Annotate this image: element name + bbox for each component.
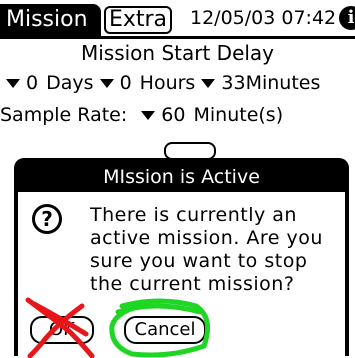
delay-row: 0 Days 0 Hours 33Minutes — [6, 70, 320, 96]
clock-display: 12/05/03 07:42 — [190, 7, 337, 29]
tab-extra[interactable]: Extra — [104, 6, 172, 34]
dialog-message: There is currently an active mission. Ar… — [90, 204, 323, 295]
minutes-dropdown-icon[interactable] — [201, 79, 216, 88]
days-value[interactable]: 0 — [26, 72, 38, 94]
info-icon[interactable]: i — [339, 6, 355, 30]
minutes-label: Minutes — [245, 72, 321, 94]
hours-dropdown-icon[interactable] — [99, 79, 114, 88]
hours-value[interactable]: 0 — [120, 72, 132, 94]
cancel-button[interactable]: Cancel — [124, 316, 206, 344]
question-icon: ? — [32, 204, 62, 234]
hours-label: Hours — [139, 72, 196, 94]
sample-rate-value[interactable]: 60 — [161, 104, 185, 126]
mission-start-delay-heading: Mission Start Delay — [80, 41, 275, 65]
tab-mission[interactable]: Mission — [0, 4, 101, 36]
title-bar: Mission Extra 12/05/03 07:42 i — [0, 0, 355, 38]
sample-rate-label: Sample Rate: — [0, 104, 128, 126]
sample-rate-unit: Minute(s) — [193, 104, 284, 126]
palm-screen: Mission Extra 12/05/03 07:42 i Mission S… — [0, 0, 355, 358]
mission-active-dialog: MIssion is Active ? There is currently a… — [14, 158, 349, 356]
minutes-value[interactable]: 33 — [221, 72, 245, 94]
days-label: Days — [46, 72, 94, 94]
days-dropdown-icon[interactable] — [6, 79, 20, 88]
dialog-title: MIssion is Active — [18, 162, 345, 192]
sample-rate-row: Sample Rate: 60 Minute(s) — [0, 102, 283, 128]
sample-rate-dropdown-icon[interactable] — [141, 111, 156, 120]
title-divider — [0, 36, 355, 39]
ok-button[interactable]: OK — [30, 316, 94, 344]
